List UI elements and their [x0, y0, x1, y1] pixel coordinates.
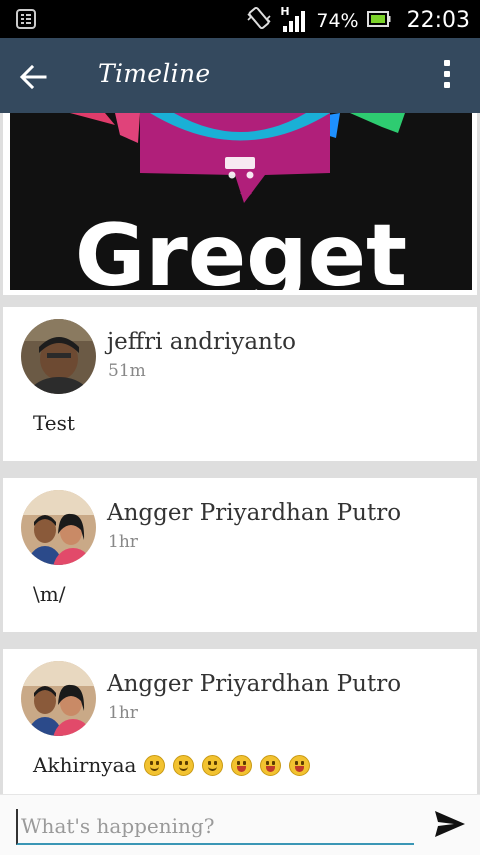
- notification-icon: [16, 9, 36, 33]
- post-text: Akhirnyaa: [33, 753, 311, 777]
- post-time: 51m: [108, 361, 146, 381]
- smile-emoji-icon: [144, 754, 166, 776]
- battery-percent: 74%: [316, 9, 359, 32]
- status-input[interactable]: [16, 809, 414, 845]
- image-post-card: Greget: [3, 113, 477, 295]
- post-author[interactable]: Angger Priyardhan Putro: [107, 671, 401, 697]
- post-card[interactable]: Angger Priyardhan Putro 1hr Akhirnyaa: [3, 649, 477, 794]
- grin-emoji-icon: [231, 754, 253, 776]
- grin-emoji-icon: [260, 754, 282, 776]
- signal-icon: H: [280, 4, 308, 34]
- page-title: Timeline: [98, 59, 211, 88]
- post-time: 1hr: [108, 703, 138, 723]
- composer-bar: [0, 794, 480, 855]
- post-body: Test: [33, 411, 75, 435]
- vibrate-icon: [246, 5, 272, 36]
- post-card[interactable]: Angger Priyardhan Putro 1hr \m/: [3, 478, 477, 632]
- emoji-row: [144, 754, 311, 776]
- post-time: 1hr: [108, 532, 138, 552]
- clock: 22:03: [406, 8, 470, 33]
- battery-icon: [366, 9, 391, 33]
- grin-emoji-icon: [289, 754, 311, 776]
- status-bar: H 74% 22:03: [0, 0, 480, 38]
- post-image[interactable]: Greget: [10, 113, 472, 290]
- avatar[interactable]: [21, 490, 96, 565]
- post-author[interactable]: jeffri andriyanto: [107, 329, 296, 355]
- banner-text: Greget: [75, 206, 407, 290]
- smile-emoji-icon: [202, 754, 224, 776]
- send-icon[interactable]: [434, 809, 466, 839]
- smile-emoji-icon: [173, 754, 195, 776]
- post-author[interactable]: Angger Priyardhan Putro: [107, 500, 401, 526]
- back-arrow-icon[interactable]: [18, 62, 48, 92]
- avatar[interactable]: [21, 661, 96, 736]
- post-text: \m/: [33, 582, 65, 606]
- timeline-feed[interactable]: Greget jeffri andriyanto 51m Test Angger…: [0, 113, 480, 794]
- network-type-label: H: [280, 4, 290, 18]
- avatar[interactable]: [21, 319, 96, 394]
- post-card[interactable]: jeffri andriyanto 51m Test: [3, 307, 477, 461]
- overflow-menu-icon[interactable]: [444, 60, 452, 92]
- post-body: \m/: [33, 582, 66, 606]
- app-bar: Timeline: [0, 38, 480, 113]
- post-body: Akhirnyaa: [33, 753, 137, 777]
- post-text: Test: [33, 411, 75, 435]
